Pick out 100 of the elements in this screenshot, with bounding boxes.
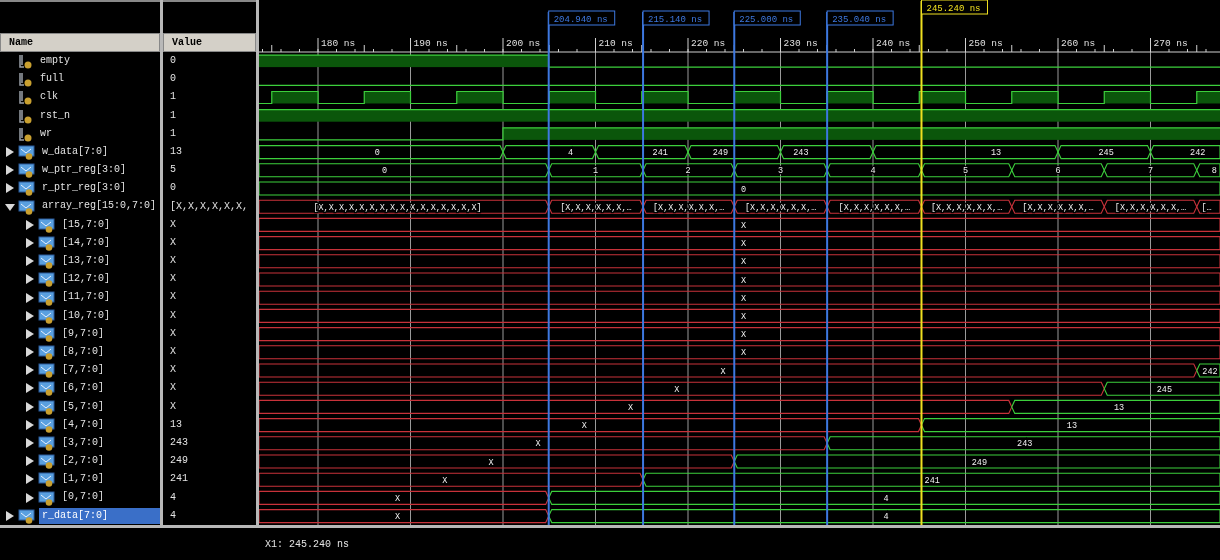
signal-name[interactable]: [4,7:0] (59, 416, 160, 433)
signal-name[interactable]: w_ptr_reg[3:0] (39, 162, 160, 179)
bus-value: X (740, 293, 747, 304)
expand-arrow-icon[interactable] (25, 328, 35, 339)
bus-signal-icon (38, 362, 56, 379)
signal-value: X (169, 290, 177, 305)
expand-arrow-icon[interactable] (25, 219, 35, 230)
expand-arrow-icon[interactable] (25, 438, 35, 449)
signal-name[interactable]: [8,7:0] (59, 344, 160, 361)
signal-name[interactable]: [1,7:0] (59, 471, 160, 488)
signal-value: 0 (169, 72, 177, 87)
expand-arrow-icon[interactable] (25, 347, 35, 358)
signal-value: X (169, 217, 177, 232)
bus-signal-icon (38, 325, 56, 342)
bus-signal-icon (38, 289, 56, 306)
column-header[interactable]: Value (163, 33, 256, 52)
signal-name[interactable]: [7,7:0] (59, 362, 160, 379)
bus-signal-icon (38, 253, 56, 270)
bus-value: X (628, 402, 634, 413)
bus-value: [X,X,X,X,X,X,… (652, 202, 725, 213)
expand-arrow-icon[interactable] (25, 256, 35, 267)
bus-value: 245 (1156, 384, 1173, 395)
bus-value: 5 (962, 166, 969, 177)
bus-value: X (740, 239, 747, 250)
bus-value: [X,X,X,X,X,X,… (1022, 202, 1094, 213)
bus-signal-icon (38, 380, 56, 397)
expand-arrow-icon[interactable] (5, 165, 15, 176)
bus-value: 0 (382, 166, 388, 177)
cursor-time-readout: X1: 245.240 ns (265, 538, 349, 550)
marker-tag: 225.000 ns (733, 10, 801, 26)
expand-arrow-icon[interactable] (5, 147, 15, 158)
signal-name[interactable]: r_data[7:0] (39, 507, 160, 524)
bus-value: 13 (1113, 402, 1125, 413)
bus-value: X (740, 348, 747, 359)
signal-name[interactable]: empty (37, 53, 160, 70)
bus-value: X (535, 439, 541, 450)
signal-value: [X,X,X,X,X,X, (169, 199, 249, 214)
signal-name[interactable]: [6,7:0] (59, 380, 160, 397)
expand-arrow-icon[interactable] (25, 383, 35, 394)
bus-value: 0 (374, 148, 380, 159)
time-marker-line[interactable] (733, 11, 736, 525)
marker-tag: 245.240 ns (921, 0, 988, 15)
signal-name[interactable]: wr (37, 125, 160, 142)
expand-arrow-icon[interactable] (25, 365, 35, 376)
expand-arrow-icon[interactable] (25, 401, 35, 412)
expand-arrow-icon[interactable] (5, 510, 15, 521)
signal-name[interactable]: [12,7:0] (59, 271, 160, 288)
signal-name[interactable]: [10,7:0] (59, 307, 160, 324)
signal-name[interactable]: [2,7:0] (59, 453, 160, 470)
signal-name[interactable]: full (37, 71, 160, 88)
signal-name[interactable]: [3,7:0] (59, 434, 160, 452)
signal-value: X (169, 235, 177, 250)
signal-name[interactable]: [5,7:0] (59, 398, 160, 415)
bus-signal-icon (18, 144, 36, 161)
signal-value: X (169, 363, 177, 378)
bus-signal-icon (38, 307, 56, 324)
signal-value: 13 (169, 144, 183, 159)
signal-name[interactable]: [9,7:0] (59, 325, 160, 342)
expand-arrow-icon[interactable] (25, 310, 35, 321)
signal-value: X (169, 345, 177, 359)
expand-arrow-icon[interactable] (25, 492, 35, 503)
bus-value: 243 (793, 148, 809, 159)
expand-arrow-icon[interactable] (5, 183, 15, 194)
bus-value: 241 (652, 148, 668, 159)
signal-name[interactable]: rst_n (37, 107, 160, 124)
bus-value: X (442, 475, 448, 486)
column-header[interactable]: Name (0, 33, 160, 52)
bus-signal-icon (38, 344, 56, 361)
expand-arrow-icon[interactable] (25, 274, 35, 285)
signal-name[interactable]: array_reg[15:0,7:0] (39, 198, 160, 215)
bus-value: 7 (1147, 166, 1154, 177)
expand-arrow-icon[interactable] (5, 201, 15, 212)
bus-value: 243 (1017, 439, 1033, 450)
signal-name[interactable]: [13,7:0] (59, 253, 160, 270)
signal-value: 0 (169, 181, 177, 196)
signal-name[interactable]: w_data[7:0] (39, 143, 160, 161)
bus-signal-icon (18, 507, 36, 524)
expand-arrow-icon[interactable] (25, 474, 35, 485)
bus-signal-icon (18, 162, 36, 179)
signal-value: X (169, 308, 177, 323)
signal-name[interactable]: [11,7:0] (59, 289, 160, 306)
signal-name[interactable]: [15,7:0] (59, 216, 160, 233)
expand-arrow-icon[interactable] (25, 456, 35, 467)
expand-arrow-icon[interactable] (25, 292, 35, 303)
bus-signal-icon (38, 453, 56, 470)
bus-value: 13 (1066, 421, 1077, 432)
time-tick-label: 200 ns (506, 38, 541, 49)
signal-name[interactable]: [14,7:0] (59, 234, 160, 252)
signal-name[interactable]: [0,7:0] (59, 489, 160, 506)
signal-value: 243 (169, 435, 189, 450)
bus-signal-icon (38, 489, 56, 506)
expand-arrow-icon[interactable] (25, 419, 35, 430)
time-tick-label: 250 ns (968, 38, 1003, 49)
bus-signal-icon (38, 398, 56, 415)
signal-value: 4 (169, 490, 177, 505)
bus-value: X (740, 257, 747, 268)
signal-name[interactable]: clk (37, 89, 160, 106)
signal-name[interactable]: r_ptr_reg[3:0] (39, 180, 160, 197)
expand-arrow-icon[interactable] (25, 237, 35, 248)
bus-value: 4 (883, 493, 889, 504)
